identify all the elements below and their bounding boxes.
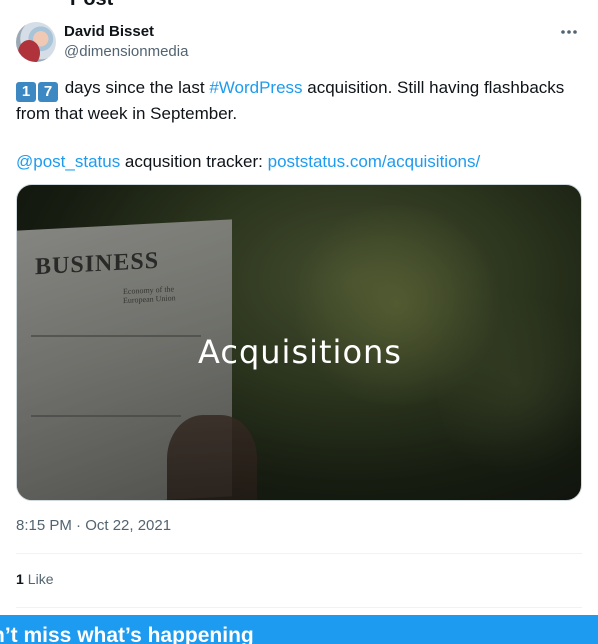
tracker-link[interactable]: poststatus.com/acquisitions/ [268, 152, 481, 171]
like-label: Like [27, 571, 54, 587]
tweet-paragraph-2: @post_status acqusition tracker: poststa… [16, 150, 576, 174]
keycap-digit-icon: 1 [16, 82, 36, 102]
more-icon-glyph [561, 30, 577, 34]
hashtag-link[interactable]: #WordPress [209, 78, 302, 97]
more-horizontal-icon[interactable] [558, 22, 580, 42]
tweet-text: 17 days since the last #WordPress acquis… [16, 76, 576, 174]
likes-link[interactable]: 1 Like [16, 571, 53, 587]
tweet-header: David Bisset @dimensionmedia [16, 22, 582, 64]
banner-text: n’t miss what’s happening [0, 624, 254, 644]
tweet-timestamp[interactable]: 8:15 PM · Oct 22, 2021 [16, 517, 171, 534]
author-name[interactable]: David Bisset [64, 23, 154, 40]
avatar[interactable] [16, 22, 56, 62]
tweet-paragraph-1: 17 days since the last #WordPress acquis… [16, 76, 576, 126]
like-count: 1 [16, 571, 24, 587]
mention-link[interactable]: @post_status [16, 152, 120, 171]
media-image[interactable]: BUSINESS Economy of the European Union A… [16, 184, 582, 501]
tweet-text-segment: days since the last [60, 78, 210, 97]
tweet-text-segment: acqusition tracker: [120, 152, 268, 171]
signup-banner: n’t miss what’s happening [0, 615, 598, 644]
author-handle[interactable]: @dimensionmedia [64, 43, 188, 60]
divider [16, 553, 582, 554]
keycap-digit-icon: 7 [38, 82, 58, 102]
divider [16, 607, 582, 608]
page-heading: Post [70, 0, 113, 11]
media-caption: Acquisitions [198, 333, 402, 371]
